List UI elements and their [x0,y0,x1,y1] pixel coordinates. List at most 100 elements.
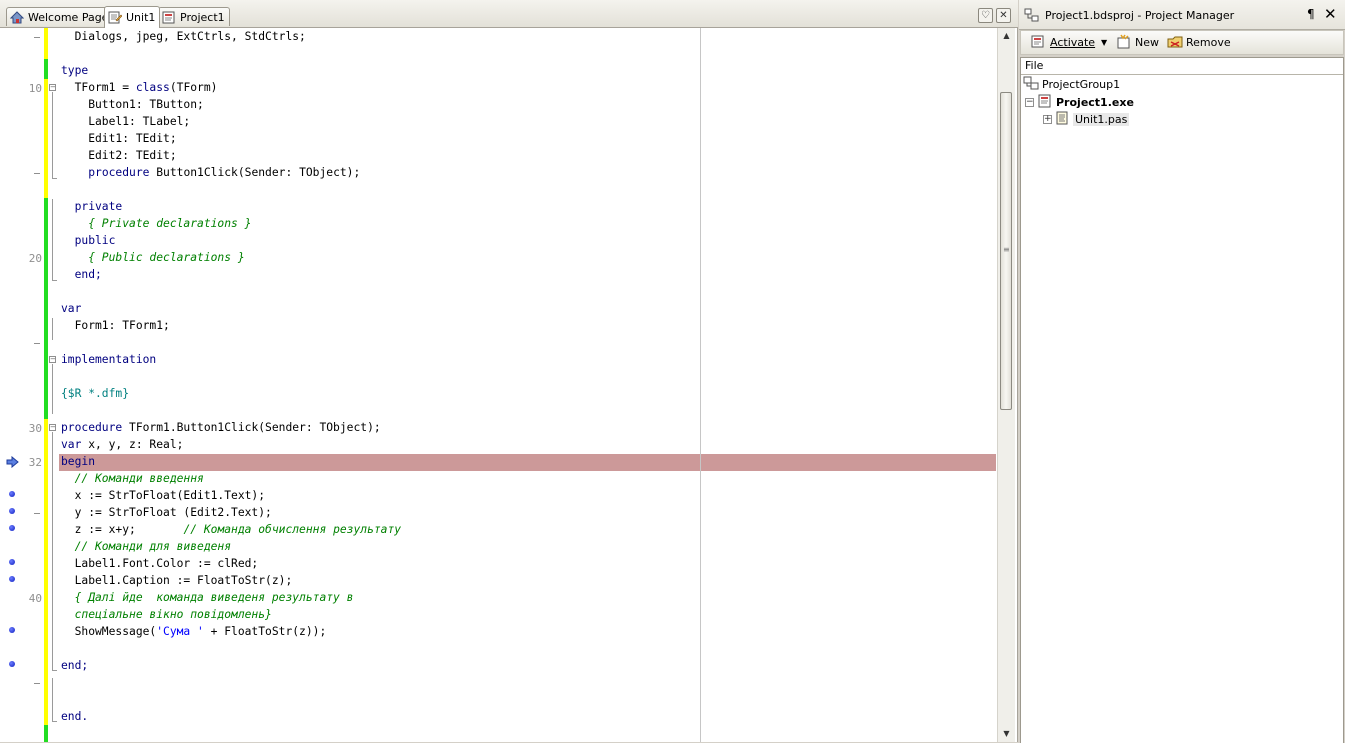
expand-toggle[interactable]: + [1043,114,1052,124]
execution-point-arrow-icon [6,456,19,468]
home-icon [9,10,25,24]
fold-toggle[interactable]: − [49,356,56,363]
code-line[interactable]: procedure Button1Click(Sender: TObject); [61,164,360,181]
code-line[interactable]: private [61,198,123,215]
code-line[interactable]: Form1: TForm1; [61,317,170,334]
line-number: 10 [28,82,42,95]
breakpoint-dot-icon[interactable] [9,508,15,514]
breakpoint-dot-icon[interactable] [9,627,15,633]
code-token: // Команди для виведеня [61,540,232,553]
code-token: private [61,200,123,213]
code-line[interactable]: TForm1 = class(TForm) [61,79,218,96]
scroll-up-button[interactable]: ▲ [998,28,1015,44]
pascal-unit-icon [1055,111,1070,128]
code-line[interactable]: z := x+y; // Команда обчислення результа… [61,521,402,538]
fold-toggle[interactable]: − [49,424,56,431]
chevron-down-icon: ♡ [981,10,990,21]
activate-dropdown-button[interactable]: ▼ [1101,34,1107,51]
code-line[interactable]: {$R *.dfm} [61,385,129,402]
project-file-icon [162,11,176,24]
close-icon[interactable]: ✕ [1324,5,1337,23]
code-token: end; [61,268,102,281]
code-line[interactable]: спеціальне вікно повідомлень} [61,606,272,623]
breakpoint-dot-icon[interactable] [9,559,15,565]
close-tab-button[interactable]: ✕ [996,8,1011,23]
code-line[interactable]: Label1.Caption := FloatToStr(z); [61,572,293,589]
code-line[interactable]: end. [61,708,88,725]
file-column-header[interactable]: File [1021,58,1343,75]
code-token: implementation [61,353,157,366]
code-line[interactable]: type [61,62,88,79]
code-line[interactable]: procedure TForm1.Button1Click(Sender: TO… [61,419,381,436]
remove-button[interactable]: Remove [1167,34,1231,51]
fold-end [52,670,57,671]
code-line[interactable]: { Далі йде команда виведеня результату в [61,589,354,606]
code-token: Button1Click(Sender: TObject); [149,166,361,179]
breakpoint-dot-icon[interactable] [9,491,15,497]
code-line[interactable]: implementation [61,351,156,368]
code-line[interactable]: end; [61,266,102,283]
line-tick [34,343,40,344]
code-token: ShowMessage( [61,625,157,638]
fold-end [52,721,57,722]
code-line[interactable]: Label1: TLabel; [61,113,190,130]
editor-gutter: 10 20 30 32 40 − − − [0,28,57,742]
breakpoint-dot-icon[interactable] [9,576,15,582]
activate-button[interactable]: Activate [1031,34,1095,51]
code-line[interactable]: end; [61,657,88,674]
code-token: var [61,438,82,451]
code-token: Label1.Caption := FloatToStr(z); [61,574,293,587]
vertical-scrollbar[interactable]: ▲ ≡ ▼ [997,28,1015,742]
fold-toggle[interactable]: − [49,84,56,91]
fold-line [52,318,53,340]
line-number: 30 [28,422,42,435]
code-line[interactable]: { Private declarations } [61,215,251,232]
tree-item-unit[interactable]: + Unit1.pas [1043,111,1130,128]
tree-item-project[interactable]: − Project1.exe [1025,94,1134,110]
code-line[interactable]: public [61,232,116,249]
close-icon: ✕ [999,10,1008,21]
fold-line [52,199,53,280]
fold-line [52,678,53,721]
code-token: Form1: TForm1; [61,319,170,332]
execution-line-highlight [59,454,996,471]
collapse-toggle[interactable]: − [1025,97,1034,107]
code-line[interactable]: var x, y, z: Real; [61,436,183,453]
new-button[interactable]: New [1116,34,1159,51]
breakpoint-dot-icon[interactable] [9,661,15,667]
code-line[interactable]: Edit2: TEdit; [61,147,177,164]
modified-lines-bar [44,419,48,725]
tree-item-project-group[interactable]: ProjectGroup1 [1023,76,1120,92]
scroll-down-button[interactable]: ▼ [998,726,1015,742]
code-line[interactable]: Dialogs, jpeg, ExtCtrls, StdCtrls; [61,28,306,45]
tab-list-button[interactable]: ♡ [978,8,993,23]
code-token: Edit2: TEdit; [61,149,177,162]
code-line[interactable]: Edit1: TEdit; [61,130,176,147]
project-exe-icon [1037,94,1053,111]
code-line[interactable]: Button1: TButton; [61,96,204,113]
code-line[interactable]: // Команди введення [61,470,204,487]
tree-item-label: ProjectGroup1 [1042,77,1121,91]
line-tick [34,173,40,174]
code-line[interactable]: begin [61,453,95,470]
breakpoint-dot-icon[interactable] [9,525,15,531]
code-token: // Команда обчислення результату [183,523,402,536]
tab-welcome-page[interactable]: Welcome Page [6,7,114,26]
code-line[interactable]: y := StrToFloat (Edit2.Text); [61,504,272,521]
code-line[interactable]: Label1.Font.Color := clRed; [61,555,259,572]
pin-icon[interactable]: ¶ [1307,7,1315,21]
code-line[interactable]: var [61,300,81,317]
code-token: TForm1 = [61,81,136,94]
code-line[interactable]: // Команди для виведеня [61,538,231,555]
code-line[interactable]: x := StrToFloat(Edit1.Text); [61,487,265,504]
scrollbar-thumb[interactable]: ≡ [1000,92,1012,410]
right-margin-line [700,28,701,742]
tab-project1[interactable]: Project1 [158,7,230,26]
code-line[interactable]: ShowMessage('Сума ' + FloatToStr(z)); [61,623,327,640]
tab-unit1[interactable]: Unit1 [104,6,161,28]
code-editor[interactable]: 10 20 30 32 40 − − − Dialogs, jpeg, ExtC… [0,28,1018,742]
code-token: var [61,302,82,315]
code-line[interactable]: { Public declarations } [61,249,244,266]
fold-end [52,178,57,179]
